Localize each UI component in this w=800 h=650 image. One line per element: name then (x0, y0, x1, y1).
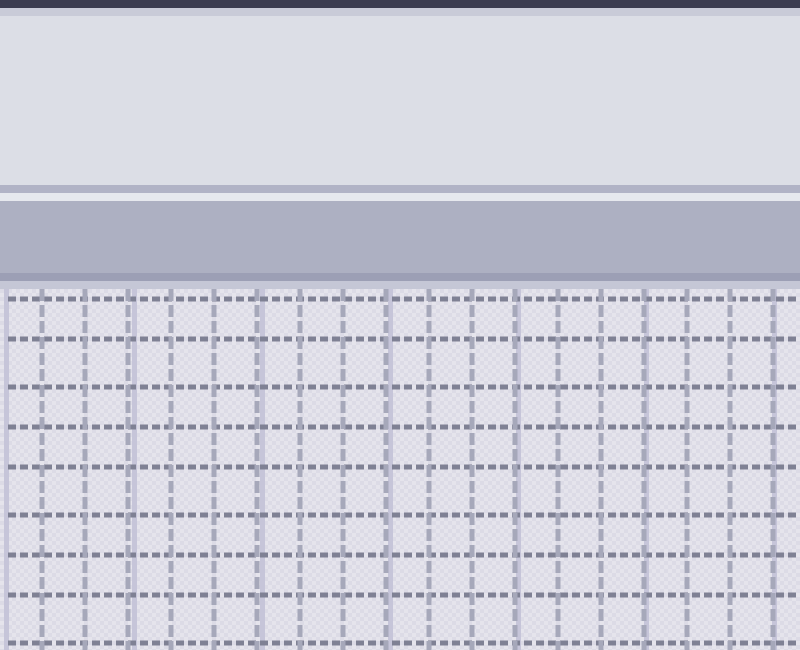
titlebar-edge (0, 8, 800, 16)
pane-divider-highlight (0, 193, 800, 201)
pane-divider[interactable] (0, 185, 800, 193)
grid-lines (4, 289, 800, 650)
toolbar-bottom-border (0, 273, 800, 281)
grid-canvas[interactable] (0, 289, 800, 650)
window-titlebar[interactable] (0, 0, 800, 8)
toolbar (0, 201, 800, 273)
top-pane (0, 16, 800, 185)
grid-separator (0, 281, 800, 289)
